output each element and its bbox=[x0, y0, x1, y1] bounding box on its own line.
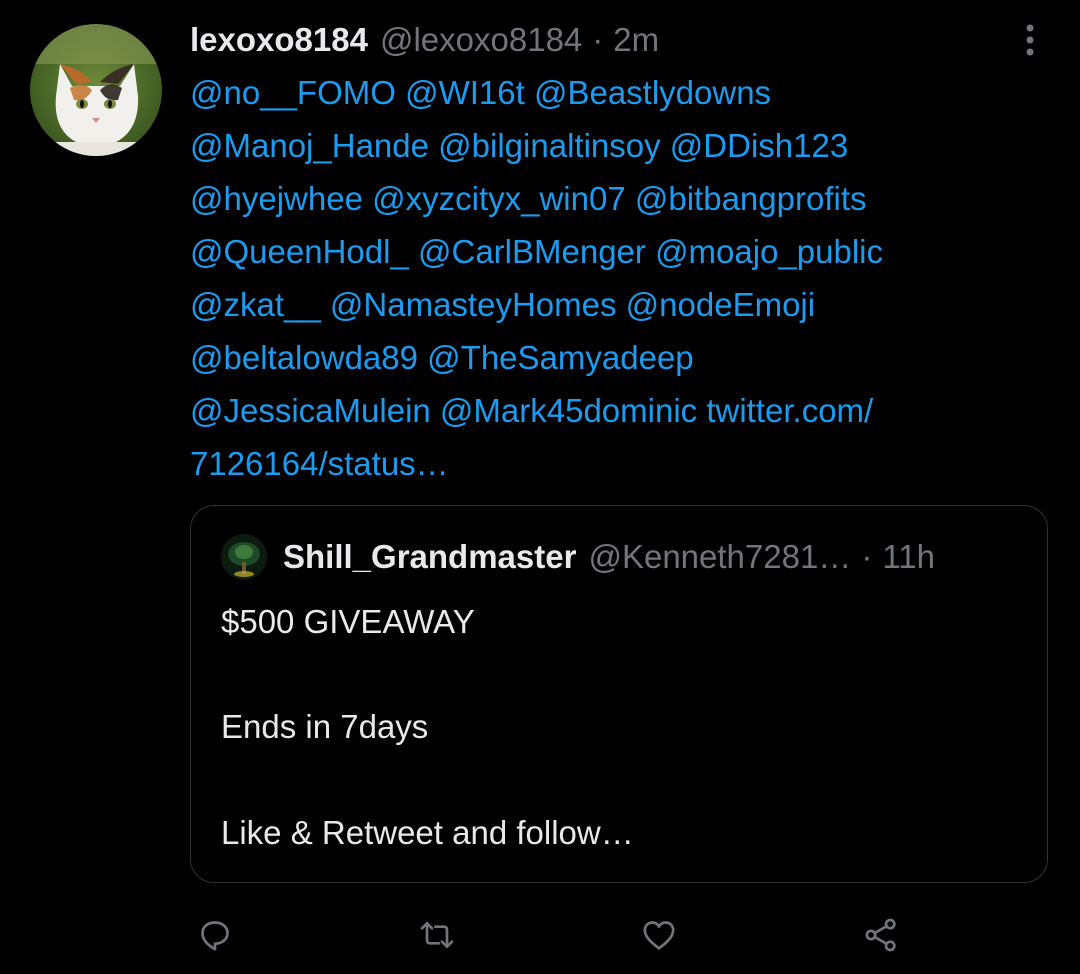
author-avatar[interactable] bbox=[30, 24, 162, 156]
url-link[interactable]: 7126164/status… bbox=[190, 445, 449, 482]
heart-icon bbox=[643, 921, 675, 950]
mention-link[interactable]: @DDish123 bbox=[670, 127, 848, 164]
quoted-text-line: Like & Retweet and follow… bbox=[221, 814, 634, 851]
url-link[interactable]: twitter.com/ bbox=[706, 392, 873, 429]
share-icon bbox=[865, 918, 896, 952]
reply-button[interactable] bbox=[190, 910, 240, 960]
mention-link[interactable]: @QueenHodl_ bbox=[190, 233, 409, 270]
tweet-text-line: @hyejwhee @xyzcityx_win07 @bitbangprofit… bbox=[190, 172, 1050, 225]
quoted-author-handle: @Kenneth7281… bbox=[588, 538, 852, 575]
mention-link[interactable]: @Beastlydowns bbox=[534, 74, 771, 111]
quoted-text-line: $500 GIVEAWAY bbox=[221, 603, 475, 640]
tweet-text-line: @beltalowda89 @TheSamyadeep bbox=[190, 331, 1050, 384]
author-handle[interactable]: @lexoxo8184 bbox=[380, 21, 582, 59]
quoted-tweet-timestamp: 11h bbox=[882, 538, 935, 575]
quoted-tweet[interactable]: Shill_Grandmaster @Kenneth7281… · 11h $5… bbox=[190, 505, 1048, 883]
tweet-text-line: 7126164/status… bbox=[190, 437, 1050, 490]
like-button[interactable] bbox=[634, 910, 684, 960]
tweet-text-line: @JessicaMulein @Mark45dominic twitter.co… bbox=[190, 384, 1050, 437]
mention-link[interactable]: @bilginaltinsoy bbox=[438, 127, 660, 164]
mention-link[interactable]: @nodeEmoji bbox=[626, 286, 815, 323]
tweet-text: @no__FOMO @WI16t @Beastlydowns @Manoj_Han… bbox=[190, 66, 1050, 490]
mention-link[interactable]: @Manoj_Hande bbox=[190, 127, 429, 164]
mention-link[interactable]: @zkat__ bbox=[190, 286, 321, 323]
mention-link[interactable]: @hyejwhee bbox=[190, 180, 363, 217]
mention-link[interactable]: @WI16t bbox=[405, 74, 525, 111]
mention-link[interactable]: @Mark45dominic bbox=[440, 392, 697, 429]
mention-link[interactable]: @moajo_public bbox=[655, 233, 883, 270]
mention-link[interactable]: @beltalowda89 bbox=[190, 339, 418, 376]
tweet-text-line: @zkat__ @NamasteyHomes @nodeEmoji bbox=[190, 278, 1050, 331]
mention-link[interactable]: @NamasteyHomes bbox=[330, 286, 617, 323]
quoted-author-display-name: Shill_Grandmaster bbox=[283, 538, 577, 575]
tweet-header: lexoxo8184 @lexoxo8184 · 2m bbox=[190, 16, 659, 64]
mention-link[interactable]: @xyzcityx_win07 bbox=[372, 180, 626, 217]
tweet-text-line: @Manoj_Hande @bilginaltinsoy @DDish123 bbox=[190, 119, 1050, 172]
separator-dot: · bbox=[592, 21, 604, 58]
mention-link[interactable]: @bitbangprofits bbox=[635, 180, 867, 217]
reply-icon bbox=[201, 921, 229, 951]
more-vertical-icon[interactable] bbox=[1010, 18, 1050, 62]
tweet[interactable]: lexoxo8184 @lexoxo8184 · 2m @no__FOMO @W… bbox=[0, 0, 1080, 974]
share-button[interactable] bbox=[856, 910, 906, 960]
mention-link[interactable]: @CarlBMenger bbox=[418, 233, 646, 270]
tweet-text-line: @QueenHodl_ @CarlBMenger @moajo_public bbox=[190, 225, 1050, 278]
separator-dot: · bbox=[861, 538, 873, 575]
quoted-text-line: Ends in 7days bbox=[221, 708, 429, 745]
tweet-timestamp[interactable]: 2m bbox=[613, 21, 659, 59]
retweet-button[interactable] bbox=[412, 910, 462, 960]
tweet-actions bbox=[190, 910, 1050, 960]
mention-link[interactable]: @JessicaMulein bbox=[190, 392, 431, 429]
tweet-text-line: @no__FOMO @WI16t @Beastlydowns bbox=[190, 66, 1050, 119]
retweet-icon bbox=[420, 922, 454, 948]
quoted-author-avatar bbox=[221, 534, 267, 580]
quoted-tweet-header: Shill_Grandmaster @Kenneth7281… · 11h bbox=[221, 534, 935, 580]
mention-link[interactable]: @TheSamyadeep bbox=[427, 339, 693, 376]
author-display-name[interactable]: lexoxo8184 bbox=[190, 21, 368, 59]
mention-link[interactable]: @no__FOMO bbox=[190, 74, 396, 111]
